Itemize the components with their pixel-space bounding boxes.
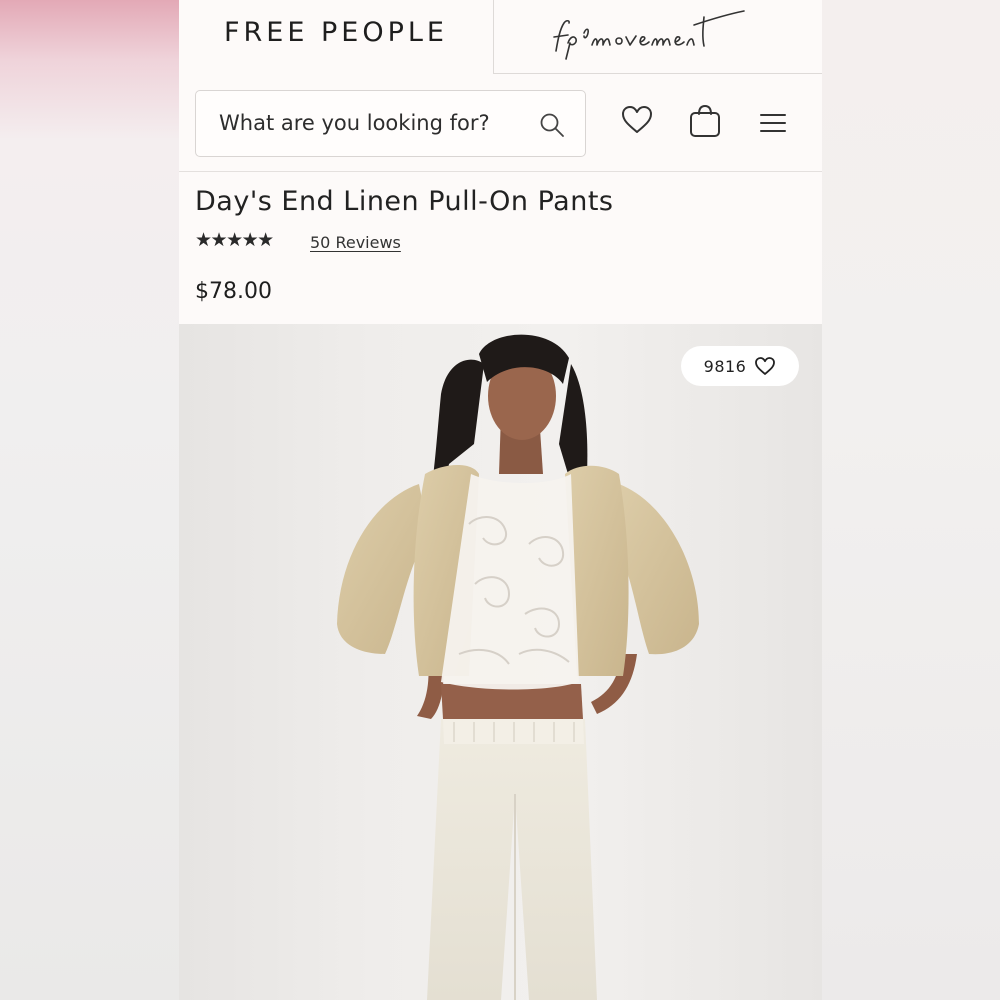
search-bar bbox=[195, 90, 586, 157]
shopping-bag-icon[interactable] bbox=[688, 103, 722, 139]
hamburger-menu-icon[interactable] bbox=[759, 112, 787, 134]
rating-stars: ★★★★★ bbox=[195, 229, 274, 251]
product-model-illustration bbox=[337, 334, 699, 1000]
product-price: $78.00 bbox=[195, 279, 272, 304]
fp-movement-logo bbox=[552, 9, 745, 60]
reviews-link[interactable]: 50 Reviews bbox=[310, 233, 401, 252]
brand-fp-movement[interactable] bbox=[493, 0, 822, 74]
heart-outline-icon bbox=[755, 357, 776, 375]
brand-free-people[interactable]: FREE PEOPLE bbox=[179, 0, 493, 74]
brand-bar: FREE PEOPLE bbox=[179, 0, 822, 74]
background-blur-left bbox=[0, 0, 179, 1000]
product-image[interactable]: 9816 bbox=[179, 324, 822, 1000]
mobile-page: FREE PEOPLE What are you looking for? Da… bbox=[179, 0, 822, 1000]
favorite-count-button[interactable]: 9816 bbox=[681, 346, 799, 386]
brand-free-people-logo: FREE PEOPLE bbox=[224, 16, 448, 48]
search-icon[interactable] bbox=[538, 111, 566, 139]
background-blur-right bbox=[822, 0, 1000, 1000]
search-input[interactable] bbox=[196, 91, 526, 155]
product-title: Day's End Linen Pull-On Pants bbox=[195, 186, 614, 217]
header-divider bbox=[179, 171, 822, 172]
favorite-count: 9816 bbox=[703, 356, 747, 376]
wishlist-heart-icon[interactable] bbox=[620, 104, 654, 136]
